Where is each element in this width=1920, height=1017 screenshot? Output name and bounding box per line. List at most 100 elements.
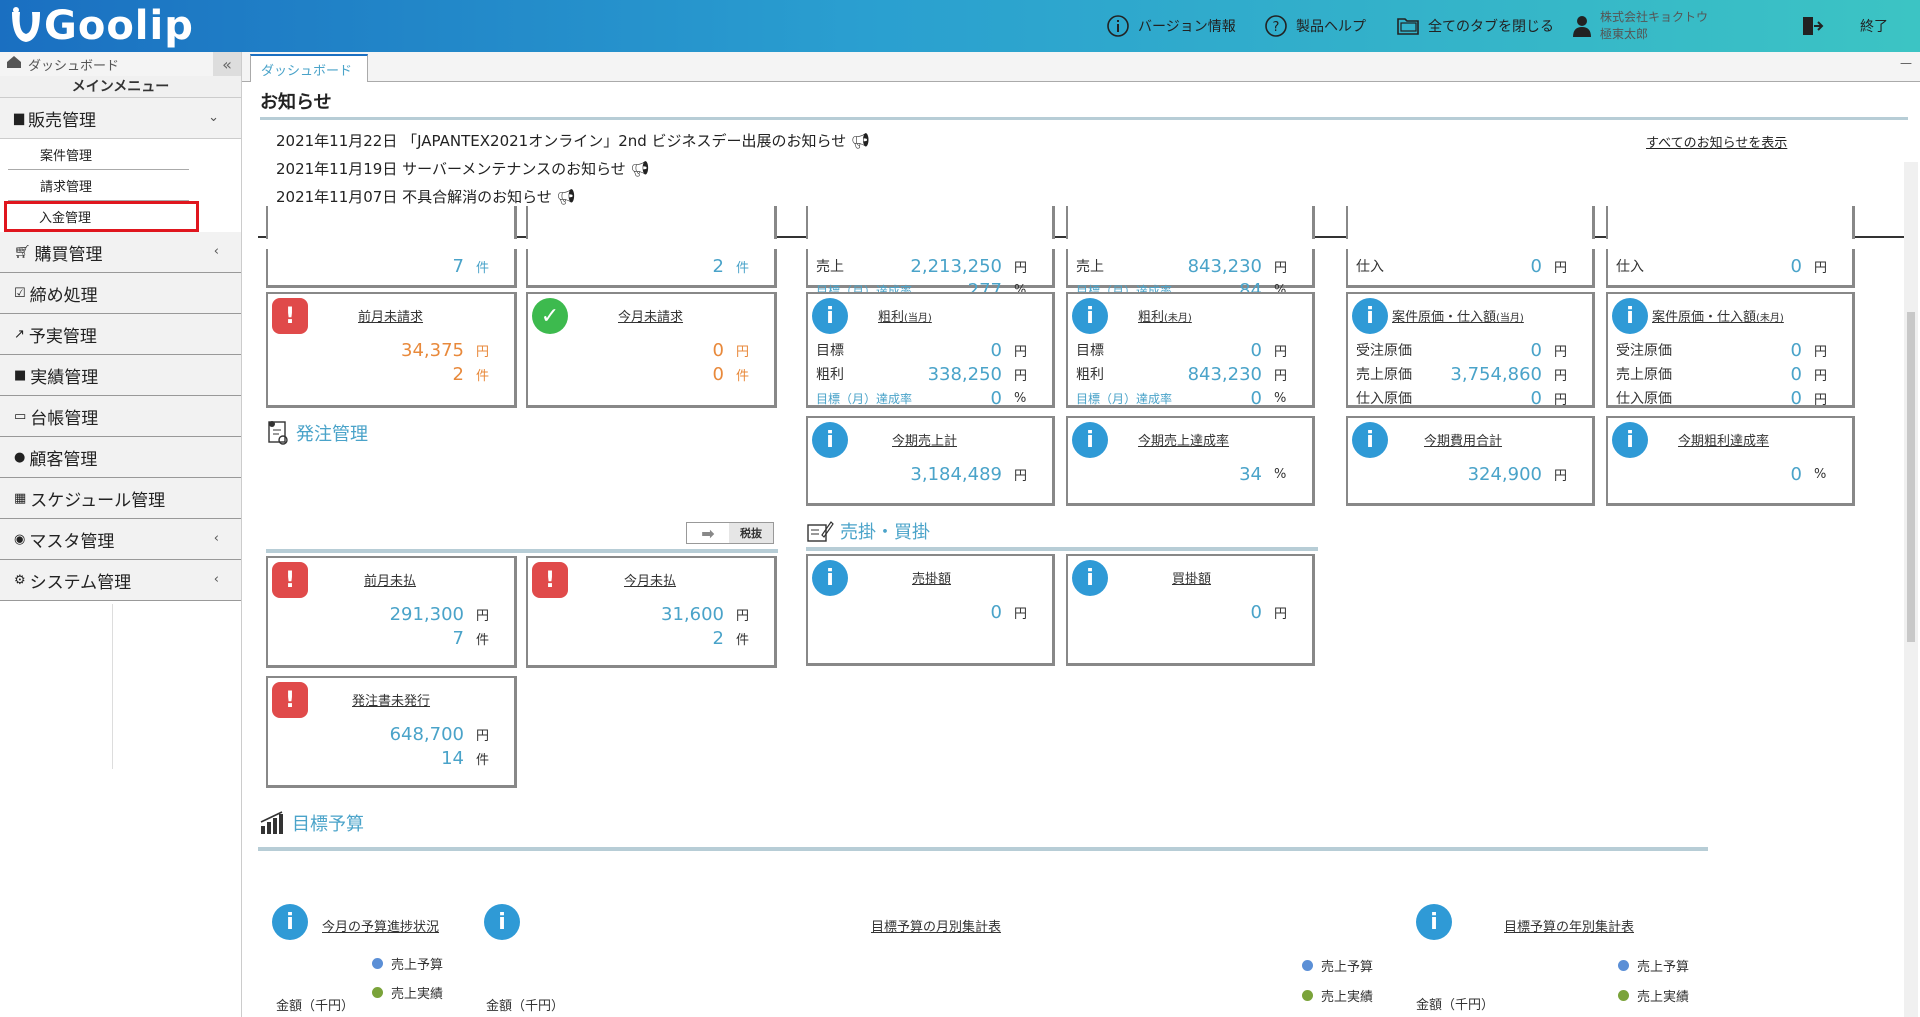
card-period-gp-rate[interactable]: i 今期粗利達成率 0% bbox=[1606, 416, 1855, 506]
unit-label: 円 bbox=[1814, 344, 1828, 360]
sidebar-subitem-billing[interactable]: 請求管理 bbox=[8, 170, 189, 201]
card-title[interactable]: 前月未請求 bbox=[358, 306, 423, 325]
card-title[interactable]: 今期費用合計 bbox=[1424, 430, 1502, 449]
axis-label: 金額（千円） bbox=[1416, 998, 1495, 1013]
card-last-month-unpaid[interactable]: ! 前月未払 291,300 円 7件 bbox=[266, 556, 517, 668]
card-value: 0 bbox=[1790, 463, 1802, 485]
row-label: 粗利 bbox=[1076, 367, 1104, 383]
card-cost-future[interactable]: i 案件原価・仕入額(未月) 受注原価 0 円 売上原価 0 円 仕入原価 0 円 bbox=[1606, 292, 1855, 409]
home-icon bbox=[6, 55, 22, 73]
sidebar-item-master[interactable]: ◉ マスタ管理 ‹ bbox=[0, 519, 241, 560]
sidebar-collapse-button[interactable]: « bbox=[213, 52, 241, 76]
ar-ap-section-title: 売掛・買掛 bbox=[806, 518, 930, 544]
logo-icon bbox=[12, 7, 40, 42]
version-info-button[interactable]: バージョン情報 bbox=[1106, 0, 1236, 52]
legend-label: 売上実績 bbox=[1321, 990, 1374, 1005]
sidebar-item-purchasing[interactable]: 🛒︎ 購買管理 ‹ bbox=[0, 232, 241, 273]
legend-label: 売上実績 bbox=[1637, 990, 1690, 1005]
card-po-unissued[interactable]: ! 発注書未発行 648,700 円 14 件 bbox=[266, 676, 517, 788]
unit-label: 円 bbox=[1014, 368, 1028, 384]
sidebar-item-system[interactable]: ⚙ システム管理 ‹ bbox=[0, 560, 241, 601]
unit-label: 件 bbox=[476, 752, 490, 768]
ordering-title-text: 発注管理 bbox=[296, 424, 368, 445]
card-gross-profit-current[interactable]: i 粗利(当月) 目標 0 円 粗利 338,250 円 目標（月）達成率 0% bbox=[806, 292, 1055, 409]
register-icon: ▆ bbox=[14, 110, 24, 126]
content-scrollbar[interactable] bbox=[1904, 162, 1918, 1017]
budget-monthly-title[interactable]: 目標予算の月別集計表 bbox=[871, 916, 1001, 935]
row-value: 0 bbox=[1250, 339, 1262, 361]
tax-toggle[interactable]: ➡ 税抜 bbox=[686, 522, 774, 544]
card-period-sales-rate[interactable]: i 今期売上達成率 34% bbox=[1066, 416, 1315, 506]
sidebar-item-sales[interactable]: ▆ 販売管理 ⌄ bbox=[0, 98, 241, 139]
legend-sales-plan: 売上予算 bbox=[372, 954, 443, 973]
show-all-notices-link[interactable]: すべてのお知らせを表示 bbox=[1646, 132, 1787, 151]
card-count: 2 bbox=[712, 627, 724, 649]
info-icon: i bbox=[1612, 422, 1648, 458]
notice-item-3[interactable]: 2021年11月07日 不具合解消のお知らせ 📢︎ bbox=[276, 186, 576, 207]
unit-label: 円 bbox=[1554, 368, 1568, 384]
ar-ap-title-text: 売掛・買掛 bbox=[840, 522, 930, 543]
card-title[interactable]: 案件原価・仕入額(当月) bbox=[1392, 306, 1524, 325]
sidebar-item-schedule[interactable]: ▦ スケジュール管理 bbox=[0, 478, 241, 519]
tab-dashboard[interactable]: ダッシュボード bbox=[250, 54, 368, 82]
card-title[interactable]: 今期粗利達成率 bbox=[1678, 430, 1769, 449]
card-count: 7 bbox=[452, 255, 464, 277]
card-title[interactable]: 今月未払 bbox=[624, 570, 676, 589]
sidebar-item-results[interactable]: ■ 実績管理 bbox=[0, 355, 241, 396]
card-gross-profit-future[interactable]: i 粗利(未月) 目標 0 円 粗利 843,230 円 目標（月）達成率 0% bbox=[1066, 292, 1315, 409]
budget-progress-title[interactable]: 今月の予算進捗状況 bbox=[322, 916, 439, 935]
card-title[interactable]: 今月未請求 bbox=[618, 306, 683, 325]
logo[interactable]: Goolip bbox=[8, 3, 194, 49]
row-value: 0 bbox=[1530, 387, 1542, 409]
unit-label: % bbox=[1014, 390, 1027, 406]
row-value: 843,230 bbox=[1187, 363, 1262, 385]
unit-label: 円 bbox=[1014, 468, 1028, 484]
card-title[interactable]: 売掛額 bbox=[912, 568, 951, 587]
sidebar-item-label: 台帳管理 bbox=[30, 408, 99, 429]
card-this-month-unbilled[interactable]: ✓ 今月未請求 0円 0件 bbox=[526, 292, 777, 408]
card-this-month-unpaid[interactable]: ! 今月未払 31,600 円 2件 bbox=[526, 556, 777, 668]
sidebar-subitem-payments[interactable]: 入金管理 bbox=[4, 201, 199, 232]
sidebar-item-label: 締め処理 bbox=[29, 285, 98, 306]
unit-label: 件 bbox=[736, 368, 750, 384]
unit-label: 件 bbox=[476, 632, 490, 648]
budget-yearly-info[interactable]: i bbox=[1416, 904, 1456, 944]
budget-progress-info[interactable]: i bbox=[272, 904, 312, 944]
sidebar-item-budget[interactable]: ↗ 予実管理 bbox=[0, 314, 241, 355]
minimize-icon[interactable]: — bbox=[1900, 56, 1912, 70]
exit-button[interactable]: 終了 bbox=[1800, 0, 1888, 52]
card-accounts-payable[interactable]: i 買掛額 0円 bbox=[1066, 554, 1315, 666]
card-amount: 34,375 bbox=[401, 339, 464, 361]
card-title[interactable]: 前月未払 bbox=[364, 570, 416, 589]
notice-item-1[interactable]: 2021年11月22日 「JAPANTEX2021オンライン」2nd ビジネスデ… bbox=[276, 130, 870, 151]
card-last-month-unbilled[interactable]: ! 前月未請求 34,375 円 2件 bbox=[266, 292, 517, 408]
close-all-tabs-button[interactable]: 全てのタブを閉じる bbox=[1396, 0, 1554, 52]
edit-icon: ☑ bbox=[14, 285, 26, 301]
card-accounts-receivable[interactable]: i 売掛額 0円 bbox=[806, 554, 1055, 666]
card-title[interactable]: 粗利(当月) bbox=[878, 306, 932, 325]
sidebar-subitem-projects[interactable]: 案件管理 bbox=[8, 139, 189, 170]
card-title[interactable]: 今期売上計 bbox=[892, 430, 957, 449]
sidebar: ダッシュボード « メインメニュー ▆ 販売管理 ⌄ 案件管理 請求管理 入金管… bbox=[0, 52, 242, 1017]
card-period-cost-total[interactable]: i 今期費用合計 324,900 円 bbox=[1346, 416, 1595, 506]
product-help-button[interactable]: ? 製品ヘルプ bbox=[1264, 0, 1366, 52]
sidebar-item-closing[interactable]: ☑ 締め処理 bbox=[0, 273, 241, 314]
scrollbar-thumb[interactable] bbox=[1907, 312, 1915, 642]
card-title[interactable]: 粗利(未月) bbox=[1138, 306, 1192, 325]
budget-monthly-info[interactable]: i bbox=[484, 904, 524, 944]
unit-label: 円 bbox=[476, 608, 490, 624]
card-cost-current[interactable]: i 案件原価・仕入額(当月) 受注原価 0 円 売上原価 3,754,860 円 仕入原… bbox=[1346, 292, 1595, 409]
card-period-sales-total[interactable]: i 今期売上計 3,184,489 円 bbox=[806, 416, 1055, 506]
sidebar-item-ledger[interactable]: ▭ 台帳管理 bbox=[0, 396, 241, 437]
notices-rule bbox=[260, 117, 1908, 120]
info-icon: i bbox=[484, 904, 520, 940]
notice-item-2[interactable]: 2021年11月19日 サーバーメンテナンスのお知らせ 📢︎ bbox=[276, 158, 650, 179]
sidebar-item-customers[interactable]: ● 顧客管理 bbox=[0, 437, 241, 478]
sidebar-dashboard-link[interactable]: ダッシュボード « bbox=[0, 52, 241, 76]
card-title[interactable]: 今期売上達成率 bbox=[1138, 430, 1229, 449]
budget-yearly-title[interactable]: 目標予算の年別集計表 bbox=[1504, 916, 1634, 935]
card-title[interactable]: 買掛額 bbox=[1172, 568, 1211, 587]
unit-label: % bbox=[1274, 466, 1287, 482]
card-title[interactable]: 発注書未発行 bbox=[352, 690, 430, 709]
card-title[interactable]: 案件原価・仕入額(未月) bbox=[1652, 306, 1784, 325]
